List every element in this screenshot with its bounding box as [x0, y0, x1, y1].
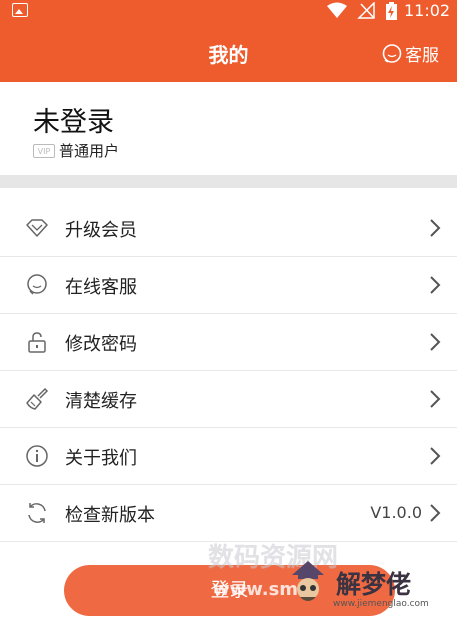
menu-item-label: 修改密码 — [65, 334, 137, 355]
no-signal-icon — [357, 2, 375, 19]
brush-icon — [26, 387, 49, 410]
settings-menu: 升级会员 在线客服 修改密码 清楚缓存 关于我们 检查新版本 V1.0.0 — [0, 200, 457, 542]
profile-level-label: 普通用户 — [59, 142, 120, 160]
diamond-icon — [26, 219, 48, 237]
chevron-right-icon — [430, 333, 441, 351]
login-button[interactable]: 登录 — [64, 565, 395, 616]
wifi-icon — [327, 2, 347, 18]
menu-item-change-password[interactable]: 修改密码 — [0, 314, 457, 371]
chevron-right-icon — [430, 219, 441, 237]
menu-item-about-us[interactable]: 关于我们 — [0, 428, 457, 485]
section-divider — [0, 175, 457, 188]
profile-level: VIP 普通用户 — [33, 140, 119, 161]
chevron-right-icon — [430, 276, 441, 294]
battery-charging-icon — [386, 2, 397, 20]
info-icon — [26, 445, 48, 467]
vip-badge-icon: VIP — [33, 143, 55, 158]
lock-icon — [28, 332, 46, 353]
customer-service-label: 客服 — [405, 46, 439, 66]
status-time: 11:02 — [404, 1, 451, 20]
version-value: V1.0.0 — [370, 503, 422, 522]
menu-item-label: 在线客服 — [65, 277, 137, 298]
customer-service-button[interactable]: 客服 — [382, 41, 439, 66]
menu-item-label: 升级会员 — [65, 220, 137, 241]
menu-item-check-update[interactable]: 检查新版本 V1.0.0 — [0, 485, 457, 542]
profile-section[interactable]: 未登录 VIP 普通用户 — [0, 82, 457, 175]
chevron-right-icon — [430, 447, 441, 465]
header-bar: 我的 客服 — [0, 22, 457, 82]
chevron-right-icon — [430, 390, 441, 408]
chat-icon — [27, 274, 47, 295]
menu-item-label: 清楚缓存 — [65, 391, 137, 412]
menu-item-online-service[interactable]: 在线客服 — [0, 257, 457, 314]
menu-item-clear-cache[interactable]: 清楚缓存 — [0, 371, 457, 428]
image-notification-icon — [12, 3, 28, 17]
menu-item-label: 关于我们 — [65, 448, 137, 469]
menu-item-label: 检查新版本 — [65, 505, 155, 526]
chat-bubble-icon — [382, 43, 402, 63]
chevron-right-icon — [430, 504, 441, 522]
status-bar: 11:02 — [0, 0, 457, 22]
refresh-icon — [28, 503, 46, 523]
profile-name: 未登录 — [33, 107, 114, 138]
menu-item-upgrade-member[interactable]: 升级会员 — [0, 200, 457, 257]
